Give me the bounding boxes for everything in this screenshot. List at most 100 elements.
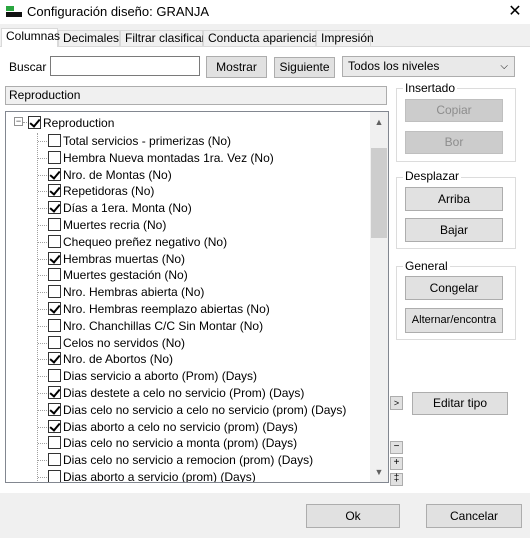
tree-item-label[interactable]: Dias celo no servicio a celo no servicio… [63, 403, 346, 417]
tree-item-label[interactable]: Dias servicio a aborto (Prom) (Days) [63, 369, 257, 383]
tree-item-label[interactable]: Dias celo no servicio a remocion (prom) … [63, 453, 313, 467]
scroll-up-icon[interactable]: ▲ [370, 114, 388, 130]
search-label: Buscar [9, 60, 47, 74]
tree-item[interactable]: Hembras muertas (No) [6, 251, 370, 267]
tree-item-label[interactable]: Dias aborto a servicio (prom) (Days) [63, 470, 256, 482]
tree-item-label[interactable]: Nro. de Abortos (No) [63, 352, 173, 366]
move-up-button[interactable]: Arriba [405, 187, 503, 211]
tree-item-checkbox[interactable] [48, 234, 61, 248]
tree-item[interactable]: Dias aborto a celo no servicio (prom) (D… [6, 419, 370, 435]
tree-item-checkbox[interactable] [48, 167, 61, 181]
tree-item-checkbox[interactable] [48, 386, 61, 399]
copy-button[interactable]: Copiar [405, 99, 503, 122]
edit-type-button[interactable]: Editar tipo [412, 392, 508, 415]
tree-item[interactable]: Nro. de Abortos (No) [6, 351, 370, 367]
expand-all-icon[interactable]: ‡ [390, 473, 403, 486]
tree-item[interactable]: Repetidoras (No) [6, 183, 370, 199]
tree-item-checkbox[interactable] [48, 453, 61, 467]
tree-item-label[interactable]: Dias celo no servicio a monta (prom) (Da… [63, 436, 297, 450]
tree-item[interactable]: Días a 1era. Monta (No) [6, 200, 370, 216]
tree-item-label[interactable]: Nro. Hembras abierta (No) [63, 285, 204, 299]
cancel-button[interactable]: Cancelar [426, 504, 522, 528]
tab-filtrar-clasificar[interactable]: Filtrar clasificar [120, 30, 206, 46]
tree-item-label[interactable]: Muertes gestación (No) [63, 268, 188, 282]
tree-item[interactable]: Muertes gestación (No) [6, 267, 370, 283]
scroll-down-icon[interactable]: ▼ [370, 464, 388, 480]
scroll-thumb[interactable] [371, 148, 387, 238]
tree-item-checkbox[interactable] [48, 285, 61, 299]
tree-item-label[interactable]: Chequeo preñez negativo (No) [63, 235, 227, 249]
tab-conducta-apariencia[interactable]: Conducta apariencia [203, 30, 318, 46]
tree-item[interactable]: Muertes recria (No) [6, 217, 370, 233]
collapse-icon[interactable]: − [390, 441, 403, 454]
tree-item[interactable]: Hembra Nueva montadas 1ra. Vez (No) [6, 150, 370, 166]
tree-item-checkbox[interactable] [48, 335, 61, 349]
tree-item-label[interactable]: Celos no servidos (No) [63, 336, 185, 350]
tree-item-checkbox[interactable] [48, 134, 61, 147]
tree-item[interactable]: Nro. Chanchillas C/C Sin Montar (No) [6, 318, 370, 334]
tree-item[interactable]: Dias celo no servicio a celo no servicio… [6, 402, 370, 418]
tree-item-checkbox[interactable] [48, 419, 61, 433]
move-down-button[interactable]: Bajar [405, 218, 503, 242]
expand-icon[interactable]: + [390, 457, 403, 470]
tree-item[interactable]: Chequeo preñez negativo (No) [6, 234, 370, 250]
move-group-title: Desplazar [403, 169, 462, 183]
tree-item[interactable]: Dias celo no servicio a remocion (prom) … [6, 452, 370, 468]
tree-item[interactable]: Nro. de Montas (No) [6, 167, 370, 183]
column-tree[interactable]: − Reproduction Total servicios - primeri… [5, 111, 389, 483]
next-button[interactable]: Siguiente [274, 57, 335, 78]
tree-item-label[interactable]: Repetidoras (No) [63, 184, 154, 198]
delete-button[interactable]: Bor [405, 131, 503, 154]
tree-root-label[interactable]: Reproduction [43, 116, 114, 130]
tree-item[interactable]: Nro. Hembras reemplazo abiertas (No) [6, 301, 370, 317]
tree-item[interactable]: Celos no servidos (No) [6, 335, 370, 351]
tree-item-label[interactable]: Hembra Nueva montadas 1ra. Vez (No) [63, 151, 274, 165]
search-input[interactable] [50, 56, 200, 76]
tree-item-label[interactable]: Nro. Hembras reemplazo abiertas (No) [63, 302, 270, 316]
tree-item-label[interactable]: Total servicios - primerizas (No) [63, 134, 231, 148]
tree-item-checkbox[interactable] [48, 184, 61, 198]
tree-item-checkbox[interactable] [48, 201, 61, 215]
tree-item-checkbox[interactable] [48, 268, 61, 282]
close-icon[interactable]: ✕ [500, 0, 530, 24]
tree-item-checkbox[interactable] [48, 470, 61, 482]
tree-item-checkbox[interactable] [48, 318, 61, 332]
tree-item[interactable]: Dias celo no servicio a monta (prom) (Da… [6, 435, 370, 451]
tree-item-checkbox[interactable] [48, 402, 61, 416]
tree-item-checkbox[interactable] [48, 436, 61, 450]
toggle-find-button[interactable]: Alternar/encontra [405, 308, 503, 333]
tree-item-label[interactable]: Dias aborto a celo no servicio (prom) (D… [63, 420, 298, 434]
tree-connector [38, 174, 47, 176]
tree-scrollbar[interactable]: ▲ ▼ [370, 112, 388, 482]
tree-connector [38, 409, 47, 411]
tree-item[interactable]: Nro. Hembras abierta (No) [6, 284, 370, 300]
levels-dropdown[interactable]: Todos los niveles ⌵ [342, 56, 515, 77]
tree-root-checkbox[interactable] [28, 116, 41, 129]
tree-item[interactable]: Dias servicio a aborto (Prom) (Days) [6, 368, 370, 384]
tree-item-label[interactable]: Dias destete a celo no servicio (Prom) (… [63, 386, 304, 400]
ok-button[interactable]: Ok [306, 504, 400, 528]
tree-item-checkbox[interactable] [48, 352, 61, 366]
tree-item[interactable]: Dias aborto a servicio (prom) (Days) [6, 469, 370, 482]
tree-item-checkbox[interactable] [48, 302, 61, 315]
show-button[interactable]: Mostrar [206, 56, 267, 78]
freeze-button[interactable]: Congelar [405, 276, 503, 300]
tree-item-label[interactable]: Nro. Chanchillas C/C Sin Montar (No) [63, 319, 263, 333]
tab-columnas[interactable]: Columnas [1, 28, 60, 47]
tree-item-checkbox[interactable] [48, 150, 61, 164]
tree-item-label[interactable]: Muertes recria (No) [63, 218, 166, 232]
tree-item[interactable]: Dias destete a celo no servicio (Prom) (… [6, 385, 370, 401]
tree-item-label[interactable]: Hembras muertas (No) [63, 252, 185, 266]
tree-item-checkbox[interactable] [48, 218, 61, 231]
tree-connector [38, 426, 47, 428]
tree-item-checkbox[interactable] [48, 251, 61, 265]
tree-item[interactable]: Total servicios - primerizas (No) [6, 133, 370, 149]
tree-item-label[interactable]: Nro. de Montas (No) [63, 168, 172, 182]
expand-right-icon[interactable]: > [390, 396, 403, 410]
tab-impresion[interactable]: Impresión [316, 30, 374, 46]
tab-decimales[interactable]: Decimales [58, 30, 120, 46]
insert-group-title: Insertado [403, 81, 458, 95]
tree-item-checkbox[interactable] [48, 369, 61, 383]
tree-item-label[interactable]: Días a 1era. Monta (No) [63, 201, 192, 215]
tree-collapse-icon[interactable]: − [14, 117, 23, 126]
